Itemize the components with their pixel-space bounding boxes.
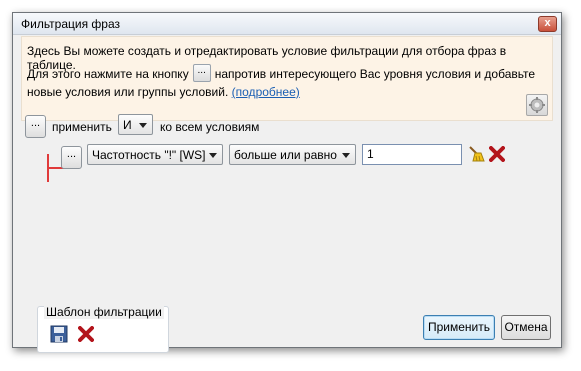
filter-dialog: Фильтрация фраз x Здесь Вы можете создат…	[12, 12, 562, 353]
save-template-button[interactable]	[50, 325, 68, 343]
settings-button[interactable]	[526, 94, 548, 116]
title-bar: Фильтрация фраз x	[13, 13, 561, 35]
filter-template-title: Шаблон фильтрации	[44, 305, 164, 319]
window-title: Фильтрация фраз	[21, 17, 120, 31]
red-x-icon	[78, 326, 94, 342]
info-example-button: ...	[192, 64, 211, 82]
info-text-after-button: напротив интересующего Вас уровня услови…	[214, 67, 536, 82]
chevron-down-icon	[209, 153, 217, 158]
root-menu-button[interactable]: ...	[25, 115, 46, 138]
chevron-down-icon	[139, 123, 147, 128]
save-icon	[50, 325, 68, 343]
operator-select[interactable]: И	[118, 114, 153, 135]
comparison-select[interactable]: больше или равно	[229, 144, 356, 165]
broom-icon	[469, 146, 485, 162]
delete-template-button[interactable]	[78, 326, 94, 342]
info-text-line2: Для этого нажмите на кнопку... напротив и…	[27, 64, 536, 84]
gear-icon	[529, 97, 545, 113]
close-button[interactable]: x	[538, 16, 557, 32]
all-conditions-label: ко всем условиям	[160, 120, 260, 134]
clear-value-button[interactable]	[467, 145, 485, 163]
info-panel: Здесь Вы можете создать и отредактироват…	[21, 36, 553, 121]
filter-template-group: Шаблон фильтрации	[37, 305, 169, 353]
comparison-value: больше или равно	[234, 148, 337, 162]
chevron-down-icon	[342, 153, 350, 158]
apply-button[interactable]: Применить	[423, 315, 495, 340]
more-link[interactable]: (подробнее)	[232, 85, 300, 99]
red-x-icon	[489, 146, 505, 162]
cancel-button[interactable]: Отмена	[501, 315, 551, 340]
apply-label: применить	[52, 120, 112, 134]
value-input[interactable]: 1	[362, 144, 462, 165]
condition-menu-button[interactable]: ...	[61, 146, 82, 169]
field-select[interactable]: Частотность "!" [WS]	[87, 144, 223, 165]
field-value: Частотность "!" [WS]	[92, 148, 206, 162]
operator-value: И	[123, 118, 132, 132]
info-text-line3-content: новые условия или группы условий.	[27, 85, 229, 99]
info-text-line3: новые условия или группы условий. (подро…	[27, 85, 300, 99]
info-text-before-button: Для этого нажмите на кнопку	[27, 67, 189, 82]
delete-condition-button[interactable]	[489, 146, 505, 162]
